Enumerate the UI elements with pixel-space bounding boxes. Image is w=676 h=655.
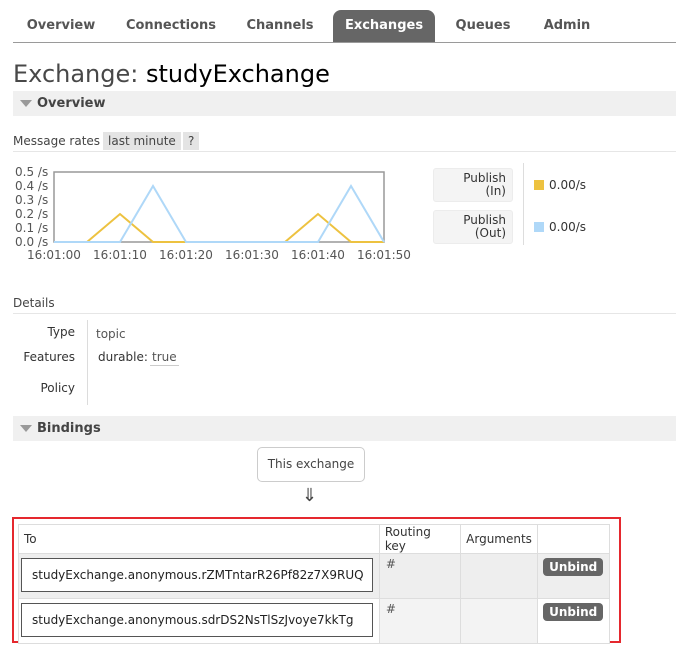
message-rates-label: Message rates <box>13 134 101 148</box>
y-tick-label: 0.4 /s <box>15 179 48 193</box>
col-arguments: Arguments <box>460 524 539 554</box>
x-tick-label: 16:01:40 <box>291 248 345 262</box>
destination-queue-link[interactable]: studyExchange.anonymous.sdrDS2NsTlSzJvoy… <box>21 603 373 637</box>
legend-publish-out-line2: (Out) <box>474 226 506 240</box>
destination-queue-link[interactable]: studyExchange.anonymous.rZMTntarR26Pf82z… <box>21 558 373 592</box>
collapse-triangle-icon <box>20 425 32 432</box>
durable-value: true <box>150 350 179 366</box>
help-button[interactable]: ? <box>183 132 200 150</box>
down-arrow-icon: ⇓ <box>302 485 318 506</box>
x-tick-label: 16:01:20 <box>159 248 213 262</box>
tab-exchanges[interactable]: Exchanges <box>333 10 435 42</box>
legend-publish-in-line2: (In) <box>485 184 506 198</box>
page-title: Exchange: studyExchange <box>13 60 330 88</box>
routing-key-value: # <box>385 557 396 571</box>
legend-divider <box>523 163 524 245</box>
unbind-button[interactable]: Unbind <box>543 558 604 576</box>
x-tick-label: 16:01:00 <box>27 248 81 262</box>
routing-key-value: # <box>385 602 396 616</box>
features-label: Features <box>23 350 75 364</box>
arguments-cell <box>460 598 539 644</box>
overview-section-title: Overview <box>37 96 106 111</box>
tab-queues[interactable]: Queues <box>445 10 521 42</box>
bindings-section-header[interactable]: Bindings <box>13 416 676 441</box>
exchange-name: studyExchange <box>146 60 330 88</box>
x-tick-label: 16:01:30 <box>225 248 279 262</box>
arguments-cell <box>460 553 539 599</box>
tab-connections[interactable]: Connections <box>119 10 223 42</box>
overview-section-header[interactable]: Overview <box>13 91 676 116</box>
chart-svg: 0.0 /s0.1 /s0.2 /s0.3 /s0.4 /s0.5 /s 16:0… <box>15 165 411 262</box>
y-tick-label: 0.1 /s <box>15 221 48 235</box>
table-row: studyExchange.anonymous.sdrDS2NsTlSzJvoy… <box>18 598 610 644</box>
type-label: Type <box>47 325 75 339</box>
bindings-section-title: Bindings <box>37 421 101 436</box>
details-column-divider <box>87 320 88 405</box>
routing-key-cell: # <box>378 598 462 644</box>
rates-range-selector[interactable]: last minute <box>103 132 181 150</box>
details-title: Details <box>13 296 55 310</box>
page-title-prefix: Exchange: <box>13 60 139 88</box>
tab-admin[interactable]: Admin <box>531 10 603 42</box>
action-cell: Unbind <box>537 553 610 599</box>
destination-cell: studyExchange.anonymous.sdrDS2NsTlSzJvoy… <box>18 598 380 644</box>
col-actions <box>537 524 610 554</box>
tab-channels[interactable]: Channels <box>237 10 323 42</box>
x-tick-label: 16:01:50 <box>357 248 411 262</box>
publish-out-rate: 0.00/s <box>549 220 587 234</box>
publish-in-rate: 0.00/s <box>549 178 587 192</box>
durable-key: durable: <box>98 350 148 364</box>
tab-overview[interactable]: Overview <box>13 10 109 42</box>
action-cell: Unbind <box>537 598 610 644</box>
bindings-table: To Routing key Arguments studyExchange.a… <box>18 524 610 644</box>
routing-key-cell: # <box>378 553 462 599</box>
swatch-publish-in <box>534 180 544 190</box>
y-tick-label: 0.0 /s <box>15 235 48 249</box>
y-tick-label: 0.3 /s <box>15 193 48 207</box>
this-exchange-box: This exchange <box>257 447 365 482</box>
legend-publish-in[interactable]: Publish (In) <box>433 168 513 202</box>
legend-value-publish-in: 0.00/s <box>534 178 586 192</box>
table-row: studyExchange.anonymous.rZMTntarR26Pf82z… <box>18 553 610 599</box>
message-rates-chart: 0.0 /s 0.1 /s 0.2 /s 0.3 /s 0.4 /s 0.5 /s 16:0… <box>0 160 430 265</box>
bindings-highlight-frame: To Routing key Arguments studyExchange.a… <box>12 517 621 644</box>
collapse-triangle-icon <box>20 100 32 107</box>
unbind-button[interactable]: Unbind <box>543 603 604 621</box>
col-to: To <box>18 524 380 554</box>
legend-publish-out[interactable]: Publish (Out) <box>433 210 513 244</box>
col-routing-key: Routing key <box>378 524 462 554</box>
chart-plot-frame <box>53 171 385 243</box>
type-value: topic <box>96 327 126 341</box>
message-rates-bar: Message rates last minute ? <box>13 132 676 152</box>
y-tick-label: 0.5 /s <box>15 165 48 179</box>
policy-label: Policy <box>40 381 75 395</box>
destination-cell: studyExchange.anonymous.rZMTntarR26Pf82z… <box>18 553 380 599</box>
main-nav: Overview Connections Channels Exchanges … <box>13 10 676 43</box>
y-tick-label: 0.2 /s <box>15 207 48 221</box>
x-tick-label: 16:01:10 <box>93 248 147 262</box>
legend-value-publish-out: 0.00/s <box>534 220 586 234</box>
swatch-publish-out <box>534 222 544 232</box>
details-divider <box>13 313 676 314</box>
table-header-row: To Routing key Arguments <box>18 524 610 554</box>
